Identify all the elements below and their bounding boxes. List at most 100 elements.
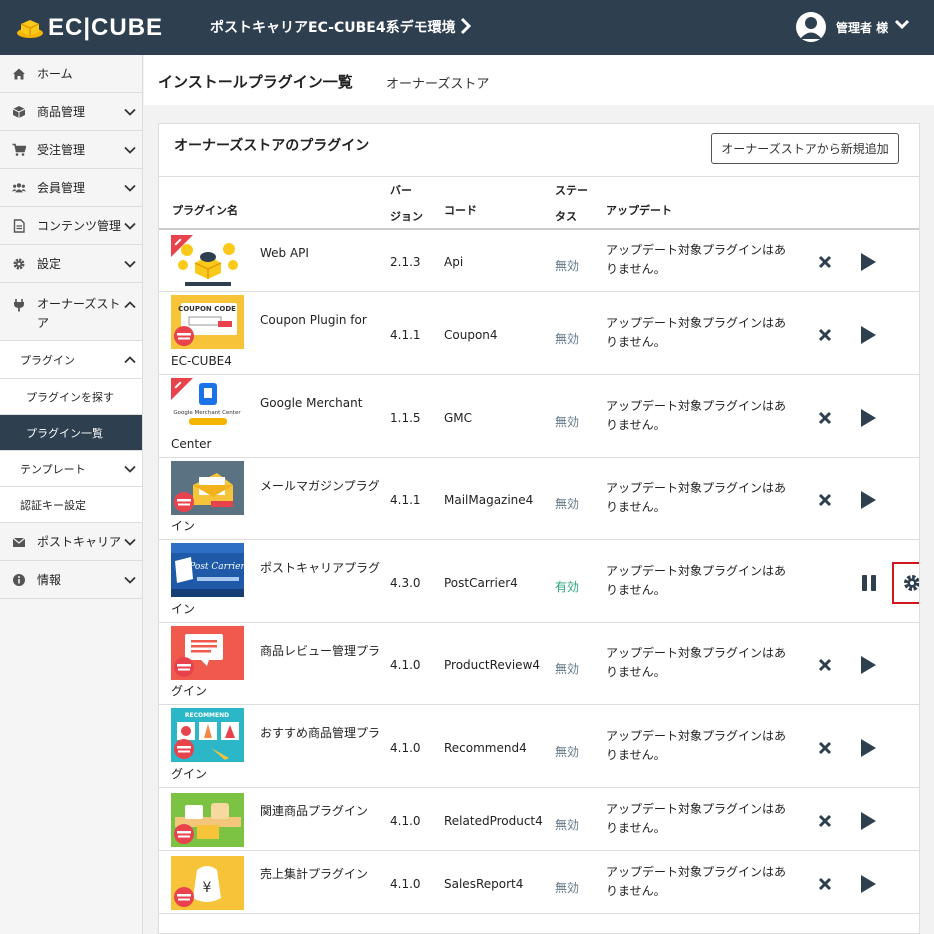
version-badge	[174, 824, 194, 844]
chevron-down-icon	[124, 538, 136, 546]
plugin-name: Web API	[260, 243, 385, 263]
remove-icon	[818, 658, 832, 672]
plugin-row: Google Merchant Center Google Merchant Cen…	[159, 375, 919, 458]
enable-button[interactable]	[857, 324, 879, 346]
sidebar: ホーム 商品管理 受注管理 会員管理 コンテンツ管理 設定 オーナーズストア プ…	[0, 55, 143, 934]
plugin-name: Coupon Plugin for EC-CUBE4	[171, 310, 385, 368]
cart-icon	[12, 143, 26, 156]
sidebar-item-products[interactable]: 商品管理	[0, 93, 142, 131]
uninstall-button[interactable]	[815, 738, 835, 758]
plugin-thumbnail: RECOMMEND	[171, 708, 244, 762]
plugin-thumbnail: Google Merchant Center	[171, 378, 244, 432]
column-header-version-line2: ジョン	[390, 210, 423, 223]
plugin-name-line2: EC-CUBE4	[171, 354, 232, 368]
plugin-name-line1: 売上集計プラグイン	[260, 867, 369, 881]
uninstall-button[interactable]	[815, 490, 835, 510]
enable-button[interactable]	[857, 737, 879, 759]
new-badge	[171, 235, 193, 257]
sidebar-item-owners-store[interactable]: オーナーズストア	[0, 283, 142, 341]
sidebar-item-contents[interactable]: コンテンツ管理	[0, 207, 142, 245]
sidebar-subitem-label: プラグイン	[20, 353, 75, 367]
plugin-version: 4.1.0	[390, 741, 421, 755]
update-info-line2: りません。	[606, 500, 666, 514]
update-info-line1: アップデート対象プラグインはあ	[606, 802, 787, 816]
plugin-thumbnail: COUPON CODE	[171, 295, 244, 349]
plugin-name: ポストキャリアプラグ イン	[171, 558, 385, 616]
plugin-status: 無効	[555, 259, 580, 273]
remove-icon	[818, 877, 832, 891]
plugin-version: 4.1.0	[390, 814, 421, 828]
play-icon	[861, 875, 876, 893]
sidebar-subitem-auth-key[interactable]: 認証キー設定	[0, 487, 142, 523]
ec-cube-logo[interactable]: EC|CUBE	[16, 14, 163, 42]
plugin-name-line2: グイン	[171, 767, 208, 781]
plugin-name-line1: Google Merchant	[260, 396, 363, 410]
shop-name-link[interactable]: ポストキャリアEC-CUBE4系デモ環境	[210, 17, 456, 37]
sidebar-subitem-template[interactable]: テンプレート	[0, 451, 142, 487]
sidebar-subitem-plugin[interactable]: プラグイン	[0, 341, 142, 379]
plugin-version: 4.1.0	[390, 877, 421, 891]
remove-icon	[818, 493, 832, 507]
remove-icon	[818, 411, 832, 425]
chevron-right-icon[interactable]	[459, 16, 473, 38]
plugin-status: 無効	[555, 415, 580, 429]
enable-button[interactable]	[857, 654, 879, 676]
sidebar-item-orders[interactable]: 受注管理	[0, 131, 142, 169]
update-info: アップデート対象プラグインはあ りません。	[606, 397, 796, 435]
sidebar-item-members[interactable]: 会員管理	[0, 169, 142, 207]
user-avatar[interactable]	[796, 12, 826, 42]
enable-button[interactable]	[857, 810, 879, 832]
update-info: アップデート対象プラグインはあ りません。	[606, 727, 796, 765]
sidebar-subitem-plugin-list[interactable]: プラグイン一覧	[0, 415, 142, 451]
box-icon	[12, 105, 26, 118]
plugin-thumbnail: Post Carrier	[171, 543, 244, 597]
sidebar-item-settings[interactable]: 設定	[0, 245, 142, 283]
user-name[interactable]: 管理者 様	[836, 19, 888, 36]
uninstall-button[interactable]	[815, 252, 835, 272]
gear-icon	[904, 575, 919, 591]
plugin-name: 商品レビュー管理プラ グイン	[171, 641, 385, 698]
update-info-line1: アップデート対象プラグインはあ	[606, 729, 787, 743]
play-icon	[861, 739, 876, 757]
uninstall-button[interactable]	[815, 408, 835, 428]
update-info: アップデート対象プラグインはあ りません。	[606, 863, 796, 901]
plugin-row: COUPON CODE Coupon Plugin for EC-CUBE4 4.1.…	[159, 292, 919, 375]
plugin-name-line1: メールマガジンプラグ	[260, 479, 380, 493]
uninstall-button[interactable]	[815, 655, 835, 675]
uninstall-button[interactable]	[815, 874, 835, 894]
thumb-label: COUPON CODE	[178, 305, 236, 313]
sidebar-item-post-carrier[interactable]: ポストキャリア	[0, 523, 142, 561]
enable-button[interactable]	[857, 489, 879, 511]
plugin-status: 有効	[555, 580, 580, 594]
update-info: アップデート対象プラグインはあ りません。	[606, 479, 796, 517]
add-from-store-button[interactable]: オーナーズストアから新規追加	[711, 133, 899, 164]
chevron-down-icon	[124, 184, 136, 192]
disable-button[interactable]	[859, 573, 879, 593]
enable-button[interactable]	[857, 873, 879, 895]
plugin-thumbnail	[171, 793, 244, 847]
uninstall-button[interactable]	[815, 325, 835, 345]
enable-button[interactable]	[857, 407, 879, 429]
update-info-line1: アップデート対象プラグインはあ	[606, 865, 787, 879]
play-icon	[861, 326, 876, 344]
yen-symbol: ¥	[203, 880, 212, 896]
plugin-version: 4.1.0	[390, 658, 421, 672]
update-info-line1: アップデート対象プラグインはあ	[606, 243, 787, 257]
plugin-settings-button[interactable]	[892, 562, 919, 604]
sidebar-item-label: 会員管理	[37, 181, 86, 195]
sidebar-item-info[interactable]: 情報	[0, 561, 142, 599]
page-title: インストールプラグイン一覧	[158, 73, 353, 91]
divider	[159, 176, 919, 177]
plugin-code: MailMagazine4	[444, 493, 534, 507]
chevron-down-icon[interactable]	[893, 16, 911, 34]
plugin-status: 無効	[555, 332, 580, 346]
sidebar-subitem-find-plugin[interactable]: プラグインを探す	[0, 379, 142, 415]
top-header: EC|CUBE ポストキャリアEC-CUBE4系デモ環境 管理者 様	[0, 0, 934, 55]
play-icon	[861, 409, 876, 427]
uninstall-button[interactable]	[815, 811, 835, 831]
sidebar-item-home[interactable]: ホーム	[0, 55, 142, 93]
sidebar-item-label: 設定	[37, 257, 62, 271]
enable-button[interactable]	[857, 251, 879, 273]
gear-icon	[13, 258, 25, 269]
page-subtitle: オーナーズストア	[386, 77, 490, 92]
